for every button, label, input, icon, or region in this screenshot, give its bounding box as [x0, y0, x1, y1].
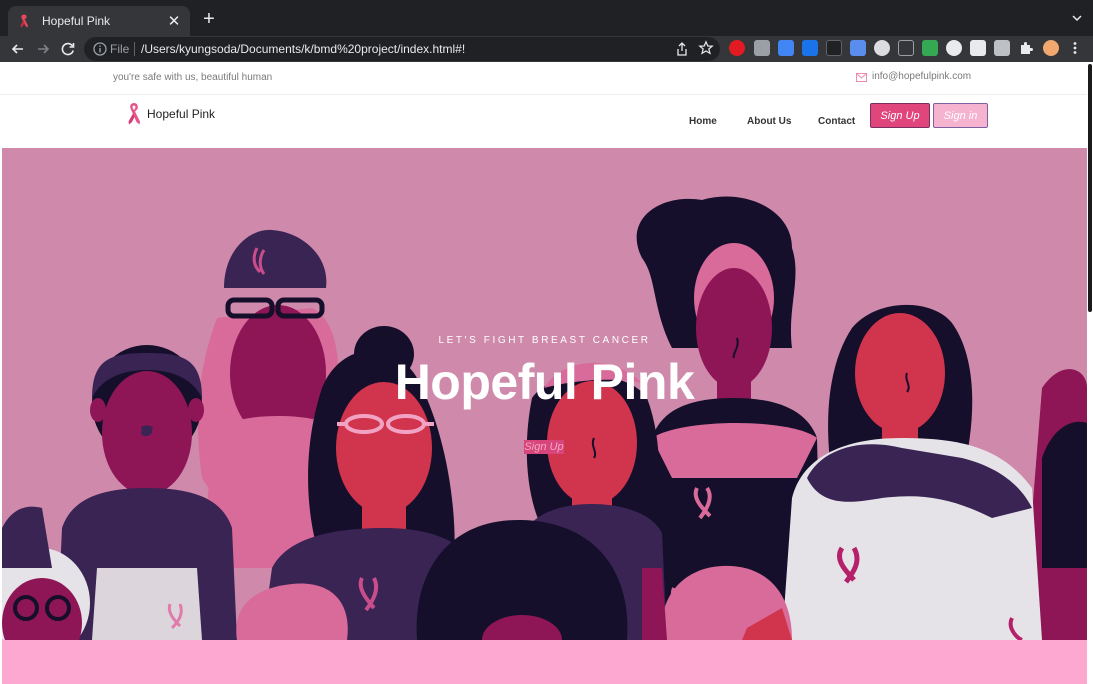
evernote-icon[interactable] — [922, 40, 938, 56]
mail-icon — [856, 73, 867, 82]
bookmark-star-icon[interactable] — [698, 40, 714, 56]
url-text[interactable]: /Users/kyungsoda/Documents/k/bmd%20proje… — [141, 42, 465, 56]
camera-extension-icon[interactable] — [874, 40, 890, 56]
hero-title: Hopeful Pink — [394, 354, 695, 410]
forward-arrow-icon[interactable] — [33, 39, 53, 59]
info-icon[interactable] — [92, 41, 108, 57]
dark-extension-icon[interactable] — [826, 40, 842, 56]
hero-signup-button[interactable]: Sign Up — [524, 440, 564, 454]
pink-ribbon-logo-icon[interactable] — [126, 102, 142, 126]
tab-search-chevron-icon[interactable] — [1069, 10, 1085, 26]
google-translate-icon[interactable] — [778, 40, 794, 56]
profile-avatar[interactable] — [1043, 40, 1059, 56]
browser-tab-bar: Hopeful Pink ✕ + — [0, 0, 1093, 36]
reload-icon[interactable] — [58, 39, 78, 59]
site-logo-text[interactable]: Hopeful Pink — [147, 107, 215, 121]
extensions-puzzle-icon[interactable] — [1018, 40, 1034, 56]
folder-extension-icon[interactable] — [802, 40, 818, 56]
hero-section: LET'S FIGHT BREAST CANCER Hopeful Pink S… — [2, 148, 1087, 640]
signin-button[interactable]: Sign in — [933, 103, 988, 128]
pink-section-band — [2, 640, 1087, 684]
close-tab-icon[interactable]: ✕ — [166, 12, 182, 30]
share-icon[interactable] — [674, 41, 690, 57]
page-scrollbar[interactable] — [1087, 62, 1093, 684]
signup-button[interactable]: Sign Up — [870, 103, 930, 128]
grid-extension-icon[interactable] — [970, 40, 986, 56]
omnibox-divider — [134, 42, 135, 56]
circle-extension-icon[interactable] — [946, 40, 962, 56]
tagline: you're safe with us, beautiful human — [113, 72, 273, 83]
web-page: you're safe with us, beautiful human inf… — [0, 62, 1087, 684]
scheme-label: File — [110, 42, 130, 56]
nav-home[interactable]: Home — [689, 116, 717, 127]
back-arrow-icon[interactable] — [8, 39, 28, 59]
translate-a-icon[interactable] — [850, 40, 866, 56]
extension-red-icon[interactable] — [729, 40, 745, 56]
reader-extension-icon[interactable] — [898, 40, 914, 56]
contact-email[interactable]: info@hopefulpink.com — [872, 71, 971, 82]
scrollbar-thumb[interactable] — [1088, 64, 1092, 312]
top-info-bar: you're safe with us, beautiful human inf… — [0, 62, 1087, 95]
address-bar[interactable]: File /Users/kyungsoda/Documents/k/bmd%20… — [84, 37, 720, 61]
pink-ribbon-icon — [20, 14, 28, 28]
nav-contact[interactable]: Contact — [818, 116, 855, 127]
new-tab-icon[interactable]: + — [198, 8, 220, 30]
nav-about-us[interactable]: About Us — [747, 116, 791, 127]
site-header: Hopeful Pink Home About Us Contact Sign … — [0, 95, 1087, 148]
kebab-menu-icon[interactable] — [1067, 40, 1083, 56]
browser-tab[interactable]: Hopeful Pink ✕ — [8, 6, 190, 36]
hero-subtitle: LET'S FIGHT BREAST CANCER — [438, 335, 651, 346]
tab-title: Hopeful Pink — [42, 14, 111, 28]
browser-toolbar: File /Users/kyungsoda/Documents/k/bmd%20… — [0, 36, 1093, 62]
box-extension-icon[interactable] — [994, 40, 1010, 56]
extension-gray-icon[interactable] — [754, 40, 770, 56]
